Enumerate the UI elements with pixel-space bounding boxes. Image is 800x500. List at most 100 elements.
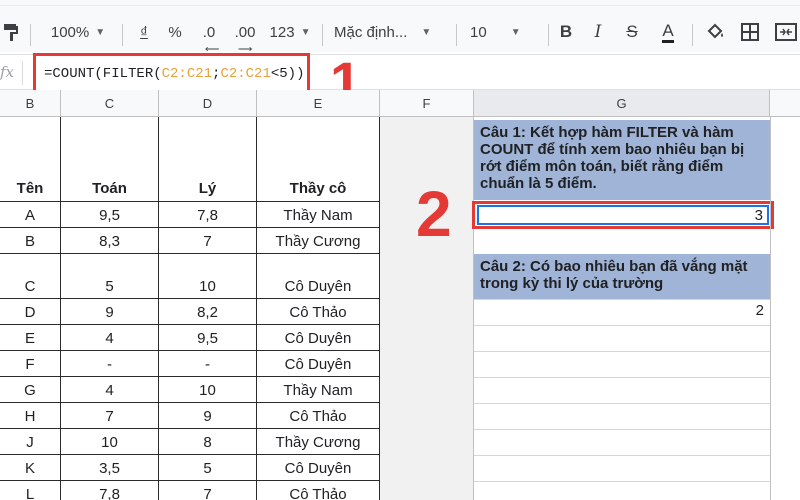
font-family-select[interactable]: Mặc định... ▼ bbox=[334, 18, 446, 46]
table-cell[interactable]: C bbox=[0, 254, 61, 299]
table-header-teacher[interactable]: Thầy cô bbox=[257, 117, 380, 202]
toolbar-separator bbox=[548, 24, 549, 46]
bold-button[interactable]: B bbox=[556, 18, 576, 46]
table-cell[interactable]: L bbox=[0, 481, 61, 500]
table-cell[interactable]: 7 bbox=[159, 481, 257, 500]
table-cell[interactable]: 7 bbox=[159, 228, 257, 254]
answer-1-value: 3 bbox=[754, 207, 763, 224]
annotation-label-2: 2 bbox=[416, 178, 452, 250]
table-cell[interactable]: 9 bbox=[159, 403, 257, 429]
currency-format-button[interactable]: ₫ bbox=[134, 18, 154, 46]
formula-range-ref: C2:C21 bbox=[161, 66, 213, 82]
table-cell[interactable]: 10 bbox=[159, 254, 257, 299]
table-cell[interactable]: D bbox=[0, 299, 61, 325]
row-divider bbox=[474, 377, 770, 378]
text-color-button[interactable]: A bbox=[656, 18, 680, 46]
table-cell[interactable]: Cô Duyên bbox=[257, 455, 380, 481]
table-cell[interactable]: E bbox=[0, 325, 61, 351]
answer-2-cell[interactable]: 2 bbox=[474, 300, 770, 325]
table-header-name[interactable]: Tên bbox=[0, 117, 61, 202]
toolbar-separator bbox=[30, 24, 31, 46]
table-cell[interactable]: G bbox=[0, 377, 61, 403]
formula-part: =COUNT(FILTER( bbox=[44, 66, 162, 82]
table-cell[interactable]: K bbox=[0, 455, 61, 481]
increase-decimal-button[interactable]: .00 bbox=[228, 18, 262, 46]
row-divider bbox=[474, 351, 770, 352]
borders-icon[interactable] bbox=[738, 18, 762, 46]
table-cell[interactable]: Thầy Cương bbox=[257, 429, 380, 455]
table-cell[interactable]: B bbox=[0, 228, 61, 254]
column-header-f[interactable]: F bbox=[380, 90, 474, 117]
column-header-g[interactable]: G bbox=[474, 90, 770, 117]
percent-format-button[interactable]: % bbox=[164, 18, 186, 46]
table-cell[interactable]: 10 bbox=[159, 377, 257, 403]
fill-color-icon[interactable] bbox=[704, 18, 728, 46]
table-cell[interactable]: J bbox=[0, 429, 61, 455]
column-f-cells[interactable] bbox=[380, 117, 474, 500]
table-cell[interactable]: 9,5 bbox=[159, 325, 257, 351]
table-cell[interactable]: 7,8 bbox=[61, 481, 159, 500]
toolbar-top-edge bbox=[0, 0, 800, 6]
row-divider bbox=[474, 481, 770, 482]
table-cell[interactable]: H bbox=[0, 403, 61, 429]
table-cell[interactable]: - bbox=[61, 351, 159, 377]
fx-icon: fx bbox=[0, 63, 15, 81]
number-format-select[interactable]: 123 ▼ bbox=[264, 18, 316, 46]
toolbar-separator bbox=[692, 24, 693, 46]
table-cell[interactable]: Cô Duyên bbox=[257, 325, 380, 351]
font-size-value: 10 bbox=[470, 23, 487, 41]
column-header-b[interactable]: B bbox=[0, 90, 61, 117]
column-h-cells[interactable] bbox=[770, 117, 800, 500]
table-cell[interactable]: 7,8 bbox=[159, 202, 257, 228]
table-cell[interactable]: 7 bbox=[61, 403, 159, 429]
chevron-down-icon: ▼ bbox=[510, 26, 521, 38]
table-cell[interactable]: 8,3 bbox=[61, 228, 159, 254]
toolbar-separator bbox=[322, 24, 323, 46]
table-cell[interactable]: Cô Duyên bbox=[257, 254, 380, 299]
table-cell[interactable]: Cô Thảo bbox=[257, 481, 380, 500]
table-cell[interactable]: Cô Thảo bbox=[257, 403, 380, 429]
row-divider bbox=[474, 455, 770, 456]
answer-1-cell[interactable]: 3 bbox=[472, 201, 774, 229]
sheet-grid: B C D E F G Tên Toán Lý Thầy cô A 9,5 7,… bbox=[0, 90, 800, 500]
table-cell[interactable]: 9,5 bbox=[61, 202, 159, 228]
table-cell[interactable]: 3,5 bbox=[61, 455, 159, 481]
table-cell[interactable]: Cô Duyên bbox=[257, 351, 380, 377]
zoom-select[interactable]: 100% ▼ bbox=[46, 18, 110, 46]
italic-button[interactable]: I bbox=[588, 18, 608, 46]
table-cell[interactable]: Thầy Nam bbox=[257, 202, 380, 228]
table-cell[interactable]: 5 bbox=[159, 455, 257, 481]
table-cell[interactable]: Cô Thảo bbox=[257, 299, 380, 325]
question-2-cell[interactable]: Câu 2: Có bao nhiêu bạn đã vắng mặt tron… bbox=[474, 254, 770, 299]
question-1-cell[interactable]: Câu 1: Kết hợp hàm FILTER và hàm COUNT đ… bbox=[474, 120, 770, 200]
decrease-decimal-button[interactable]: .0 bbox=[196, 18, 222, 46]
paint-format-icon[interactable] bbox=[0, 18, 22, 46]
chevron-down-icon: ▼ bbox=[421, 26, 432, 38]
chevron-down-icon: ▼ bbox=[95, 26, 106, 38]
column-header-d[interactable]: D bbox=[159, 90, 257, 117]
toolbar: 100% ▼ ₫ % .0 ⟵ .00 ⟶ 123 ▼ Mặc định... … bbox=[0, 0, 800, 55]
table-cell[interactable]: - bbox=[159, 351, 257, 377]
table-header-math[interactable]: Toán bbox=[61, 117, 159, 202]
column-header-h[interactable] bbox=[770, 90, 800, 117]
table-cell[interactable]: 8 bbox=[159, 429, 257, 455]
table-cell[interactable]: 5 bbox=[61, 254, 159, 299]
table-cell[interactable]: Thầy Cương bbox=[257, 228, 380, 254]
table-header-physics[interactable]: Lý bbox=[159, 117, 257, 202]
strikethrough-button[interactable]: S bbox=[622, 18, 642, 46]
table-cell[interactable]: 4 bbox=[61, 325, 159, 351]
column-header-c[interactable]: C bbox=[61, 90, 159, 117]
chevron-down-icon: ▼ bbox=[300, 26, 311, 38]
column-header-e[interactable]: E bbox=[257, 90, 380, 117]
table-cell[interactable]: F bbox=[0, 351, 61, 377]
table-cell[interactable]: 8,2 bbox=[159, 299, 257, 325]
table-cell[interactable]: 10 bbox=[61, 429, 159, 455]
formula-bar-separator bbox=[22, 61, 23, 85]
table-cell[interactable]: A bbox=[0, 202, 61, 228]
font-size-select[interactable]: 10 ▼ bbox=[470, 18, 540, 46]
merge-cells-icon[interactable] bbox=[772, 18, 800, 46]
table-cell[interactable]: 9 bbox=[61, 299, 159, 325]
table-cell[interactable]: Thầy Nam bbox=[257, 377, 380, 403]
selected-cell-outline bbox=[477, 205, 769, 225]
table-cell[interactable]: 4 bbox=[61, 377, 159, 403]
